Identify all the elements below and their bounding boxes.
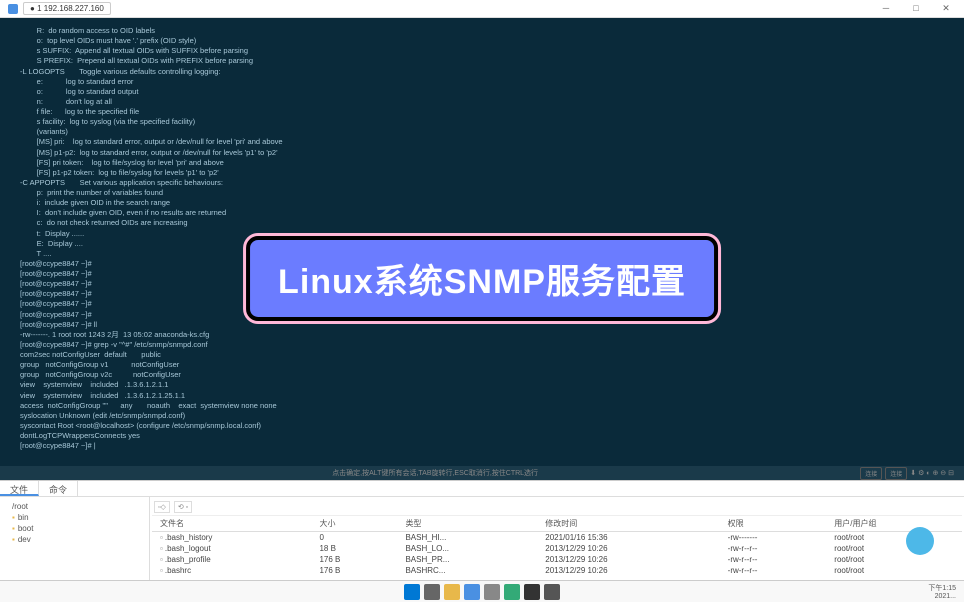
status-btn-1[interactable]: 连接 — [860, 467, 882, 480]
terminal-line: s SUFFIX: Append all textual OIDs with S… — [20, 46, 944, 56]
terminal-line: [FS] p1-p2 token: log to file/syslog for… — [20, 168, 944, 178]
task-icon[interactable] — [544, 584, 560, 600]
terminal-line: [root@ccype8847 ~]# | — [20, 441, 944, 451]
banner-text: Linux系统SNMP服务配置 — [278, 254, 686, 303]
toolbar-btn[interactable]: ▫◇ — [154, 501, 170, 513]
terminal-line: group notConfigGroup v2c notConfigUser — [20, 370, 944, 380]
terminal-line: s facility: log to syslog (via the speci… — [20, 117, 944, 127]
start-button[interactable] — [404, 584, 420, 600]
title-banner: Linux系统SNMP服务配置 — [246, 236, 718, 321]
terminal-line: view systemview included .1.3.6.1.2.1.25… — [20, 391, 944, 401]
terminal-line: I: don't include given OID, even if no r… — [20, 208, 944, 218]
tree-path[interactable]: /root — [4, 501, 145, 512]
terminal-line: [root@ccype8847 ~]# ll — [20, 320, 944, 330]
task-icon[interactable] — [444, 584, 460, 600]
terminal-line: S PREFIX: Prepend all textual OIDs with … — [20, 56, 944, 66]
terminal-line: [root@ccype8847 ~]# grep -v "^#" /etc/sn… — [20, 340, 944, 350]
tree-item[interactable]: ▪ boot — [4, 523, 145, 534]
terminal-line: -rw-------. 1 root root 1243 2月 13 05:02… — [20, 330, 944, 340]
panel-tabs: 文件 命令 — [0, 481, 964, 497]
terminal-line: [MS] p1-p2: log to standard error, outpu… — [20, 148, 944, 158]
terminal-line: c: do not check returned OIDs are increa… — [20, 218, 944, 228]
terminal-statusbar: 点击确定,按ALT键所有会话,TAB旋转行,ESC取消行,按住CTRL选行 连接… — [0, 466, 964, 480]
terminal-line: p: print the number of variables found — [20, 188, 944, 198]
toolbar-btn[interactable]: ⟲ ▫ — [174, 501, 192, 513]
table-row[interactable]: ▫.bash_profile176 BBASH_PR...2013/12/29 … — [152, 554, 962, 565]
column-header[interactable]: 权限 — [720, 516, 827, 532]
table-row[interactable]: ▫.bash_logout18 BBASH_LO...2013/12/29 10… — [152, 543, 962, 554]
task-icon[interactable] — [524, 584, 540, 600]
terminal-line: o: log to standard output — [20, 87, 944, 97]
file-table: 文件名大小类型修改时间权限用户/用户组 ▫.bash_history0BASH_… — [152, 516, 962, 576]
terminal-line: i: include given OID in the search range — [20, 198, 944, 208]
terminal-line: access notConfigGroup "" any noauth exac… — [20, 401, 944, 411]
terminal-line: [MS] pri: log to standard error, output … — [20, 137, 944, 147]
folder-icon: ▪ — [12, 535, 15, 544]
task-icon[interactable] — [484, 584, 500, 600]
tree-item[interactable]: ▪ bin — [4, 512, 145, 523]
terminal-line: R: do random access to OID labels — [20, 26, 944, 36]
task-icon[interactable] — [464, 584, 480, 600]
column-header[interactable]: 大小 — [311, 516, 397, 532]
column-header[interactable]: 类型 — [397, 516, 537, 532]
tree-item[interactable]: ▪ dev — [4, 534, 145, 545]
window-titlebar: ● 1 192.168.227.160 ─ □ ✕ — [0, 0, 964, 18]
minimize-button[interactable]: ─ — [876, 3, 896, 14]
terminal-line: syslocation Unknown (edit /etc/snmp/snmp… — [20, 411, 944, 421]
terminal-line: o: top level OIDs must have '.' prefix (… — [20, 36, 944, 46]
action-button[interactable] — [906, 527, 934, 555]
terminal-line: syscontact Root <root@localhost> (config… — [20, 421, 944, 431]
windows-taskbar[interactable]: 下午1:15 2021... — [0, 580, 964, 602]
file-icon: ▫ — [160, 555, 163, 564]
terminal-line: -C APPOPTS Set various application speci… — [20, 178, 944, 188]
folder-icon: ▪ — [12, 513, 15, 522]
file-icon: ▫ — [160, 533, 163, 542]
app-icon — [8, 4, 18, 14]
task-icon[interactable] — [504, 584, 520, 600]
terminal-line: com2sec notConfigUser default public — [20, 350, 944, 360]
terminal-line: e: log to standard error — [20, 77, 944, 87]
folder-icon: ▪ — [12, 524, 15, 533]
tab-commands[interactable]: 命令 — [39, 481, 78, 496]
terminal-line: f file: log to the specified file — [20, 107, 944, 117]
system-clock[interactable]: 下午1:15 2021... — [928, 583, 956, 600]
terminal-line: group notConfigGroup v1 notConfigUser — [20, 360, 944, 370]
terminal-line: view systemview included .1.3.6.1.2.1.1 — [20, 380, 944, 390]
terminal-line: n: don't log at all — [20, 97, 944, 107]
maximize-button[interactable]: □ — [906, 3, 926, 14]
terminal-line: (variants) — [20, 127, 944, 137]
task-icon[interactable] — [424, 584, 440, 600]
status-btn-2[interactable]: 连接 — [885, 467, 907, 480]
column-header[interactable]: 用户/用户组 — [826, 516, 962, 532]
terminal-line: [FS] pri token: log to file/syslog for l… — [20, 158, 944, 168]
file-icon: ▫ — [160, 566, 163, 575]
column-header[interactable]: 修改时间 — [537, 516, 719, 532]
table-row[interactable]: ▫.bash_history0BASH_HI...2021/01/16 15:3… — [152, 532, 962, 544]
session-tab[interactable]: ● 1 192.168.227.160 — [23, 2, 111, 15]
tab-files[interactable]: 文件 — [0, 481, 39, 496]
column-header[interactable]: 文件名 — [152, 516, 311, 532]
table-row[interactable]: ▫.bashrc176 BBASHRC...2013/12/29 10:26-r… — [152, 565, 962, 576]
close-button[interactable]: ✕ — [936, 3, 956, 14]
terminal-line: -L LOGOPTS Toggle various defaults contr… — [20, 67, 944, 77]
status-icons: ⬇ ⚙ ◐ ⊕ ⊖ ⊟ — [910, 469, 954, 477]
status-hint: 点击确定,按ALT键所有会话,TAB旋转行,ESC取消行,按住CTRL选行 — [332, 468, 538, 478]
file-toolbar: ▫◇ ⟲ ▫ — [152, 499, 962, 516]
file-icon: ▫ — [160, 544, 163, 553]
terminal-line: dontLogTCPWrappersConnects yes — [20, 431, 944, 441]
